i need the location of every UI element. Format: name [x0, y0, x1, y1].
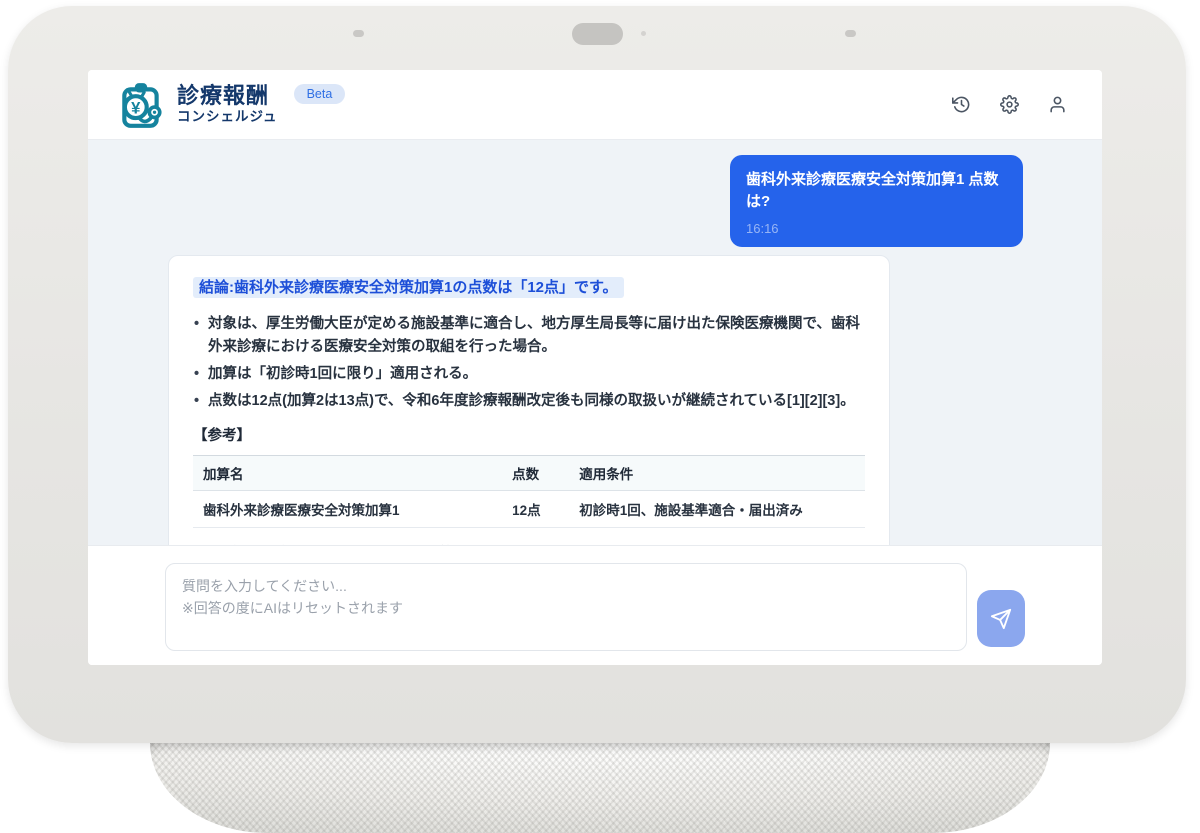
- gear-icon: [1000, 95, 1019, 114]
- ambient-sensor-dot: [353, 30, 364, 37]
- reference-label: 【参考】: [193, 424, 865, 445]
- reference-table: 加算名 点数 適用条件 歯科外来診療医療安全対策加算1 12点 初診時1回、施設…: [193, 455, 865, 528]
- ambient-sensor-dot: [845, 30, 856, 37]
- composer: [88, 545, 1102, 665]
- user-message-bubble: 歯科外来診療医療安全対策加算1 点数は? 16:16: [730, 155, 1023, 247]
- camera: [572, 23, 623, 45]
- smart-display-device: ¥ 診療報酬 コンシェルジュ Beta: [0, 0, 1200, 833]
- bullet-item: 対象は、厚生労働大臣が定める施設基準に適合し、地方厚生局長等に届け出た保険医療機…: [193, 313, 865, 359]
- table-cell-name: 歯科外来診療医療安全対策加算1: [193, 490, 502, 527]
- table-header-points: 点数: [502, 455, 569, 490]
- bullet-item: 点数は12点(加算2は13点)で、令和6年度診療報酬改定後も同様の取扱いが継続さ…: [193, 390, 865, 413]
- chat-area: 歯科外来診療医療安全対策加算1 点数は? 16:16 結論:歯科外来診療医療安全…: [88, 140, 1102, 545]
- user-message-text: 歯科外来診療医療安全対策加算1 点数は?: [746, 169, 1007, 213]
- bullet-item: 加算は「初診時1回に限り」適用される。: [193, 363, 865, 386]
- answer-bullets: 対象は、厚生労働大臣が定める施設基準に適合し、地方厚生局長等に届け出た保険医療機…: [193, 313, 865, 413]
- send-button[interactable]: [977, 590, 1025, 647]
- app-header: ¥ 診療報酬 コンシェルジュ Beta: [88, 70, 1102, 140]
- message-input[interactable]: [165, 563, 967, 651]
- stethoscope-clipboard-icon: ¥: [116, 80, 166, 130]
- screen: ¥ 診療報酬 コンシェルジュ Beta: [88, 70, 1102, 665]
- table-header-condition: 適用条件: [569, 455, 865, 490]
- app-title: 診療報酬: [177, 84, 278, 108]
- speaker-fabric-base: [150, 732, 1050, 833]
- logo: 診療報酬 コンシェルジュ: [177, 84, 278, 124]
- mic-hole: [641, 31, 646, 36]
- beta-badge: Beta: [294, 84, 346, 104]
- table-cell-points: 12点: [502, 490, 569, 527]
- table-row: 歯科外来診療医療安全対策加算1 12点 初診時1回、施設基準適合・届出済み: [193, 490, 865, 527]
- message-timestamp: 16:16: [746, 221, 1007, 236]
- app-subtitle: コンシェルジュ: [177, 110, 278, 125]
- user-icon: [1048, 95, 1067, 114]
- device-frame: ¥ 診療報酬 コンシェルジュ Beta: [8, 6, 1186, 743]
- paper-plane-icon: [990, 608, 1012, 630]
- assistant-card: 結論:歯科外来診療医療安全対策加算1の点数は「12点」です。 対象は、厚生労働大…: [168, 255, 890, 545]
- table-cell-condition: 初診時1回、施設基準適合・届出済み: [569, 490, 865, 527]
- history-button[interactable]: [944, 88, 978, 122]
- yen-symbol: ¥: [131, 98, 141, 117]
- settings-button[interactable]: [992, 88, 1026, 122]
- table-header-name: 加算名: [193, 455, 502, 490]
- history-icon: [952, 95, 971, 114]
- answer-headline: 結論:歯科外来診療医療安全対策加算1の点数は「12点」です。: [193, 277, 624, 298]
- account-button[interactable]: [1040, 88, 1074, 122]
